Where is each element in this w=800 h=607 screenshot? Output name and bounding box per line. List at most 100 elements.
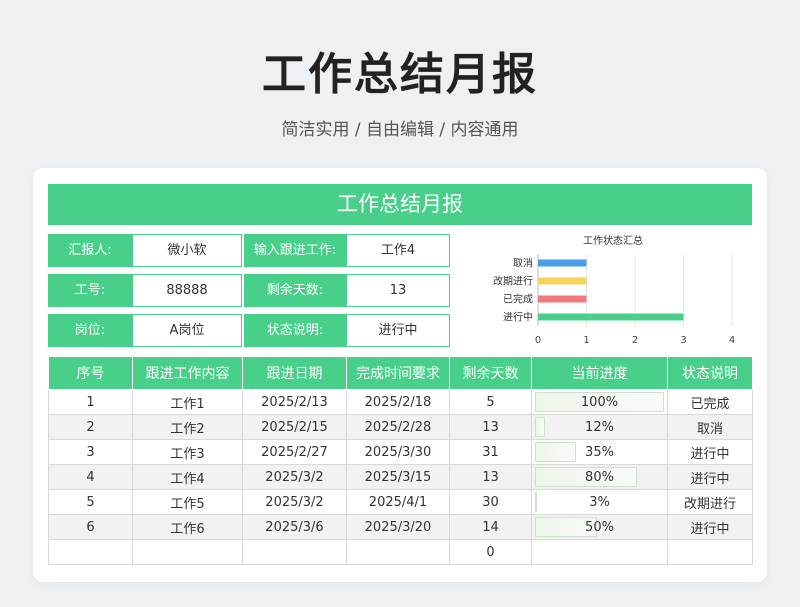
days-left-label: 剩余天数: xyxy=(244,274,346,307)
cell-due[interactable] xyxy=(346,539,450,565)
table-row: 0 xyxy=(48,539,753,565)
status-label: 状态说明: xyxy=(244,314,346,347)
cell-task[interactable]: 工作6 xyxy=(132,514,243,540)
cell-progress[interactable]: 80% xyxy=(531,464,668,490)
status-value[interactable]: 进行中 xyxy=(346,314,450,347)
cell-due[interactable]: 2025/3/15 xyxy=(346,464,450,490)
chart-tick-label: 1 xyxy=(583,335,589,346)
chart-bar xyxy=(538,259,587,267)
cell-days[interactable]: 5 xyxy=(449,389,532,415)
col-header-due: 完成时间要求 xyxy=(346,356,450,390)
cell-due[interactable]: 2025/4/1 xyxy=(346,489,450,515)
progress-label: 100% xyxy=(580,394,619,410)
cell-date[interactable] xyxy=(242,539,347,565)
cell-task[interactable]: 工作3 xyxy=(132,439,243,465)
cell-no[interactable]: 6 xyxy=(48,514,133,540)
days-left-value[interactable]: 13 xyxy=(346,274,450,307)
col-header-status: 状态说明 xyxy=(667,356,753,390)
chart-category-label: 进行中 xyxy=(503,311,533,324)
chart-category-label: 改期进行 xyxy=(493,275,533,288)
cell-progress[interactable]: 50% xyxy=(531,514,668,540)
chart-tick-label: 3 xyxy=(680,335,686,346)
chart-tick-label: 0 xyxy=(535,335,541,346)
cell-status[interactable] xyxy=(667,539,753,565)
progress-bar xyxy=(535,417,546,437)
table-header-row: 序号 跟进工作内容 跟进日期 完成时间要求 剩余天数 当前进度 状态说明 xyxy=(48,356,753,390)
cell-days[interactable]: 14 xyxy=(449,514,532,540)
chart-tick-label: 4 xyxy=(729,335,735,346)
page-subtitle: 简洁实用 / 自由编辑 / 内容通用 xyxy=(281,120,519,140)
cell-date[interactable]: 2025/3/2 xyxy=(242,489,347,515)
cell-progress[interactable]: 35% xyxy=(531,439,668,465)
cell-status[interactable]: 改期进行 xyxy=(667,489,753,515)
chart-category-label: 取消 xyxy=(513,257,533,270)
input-work-value[interactable]: 工作4 xyxy=(346,234,450,267)
cell-status[interactable]: 取消 xyxy=(667,414,753,440)
cell-no[interactable] xyxy=(48,539,133,565)
cell-due[interactable]: 2025/3/30 xyxy=(346,439,450,465)
chart-bar xyxy=(538,277,587,285)
page-title: 工作总结月报 xyxy=(262,49,538,100)
progress-label: 12% xyxy=(585,419,614,435)
cell-status[interactable]: 进行中 xyxy=(667,514,753,540)
cell-task[interactable]: 工作2 xyxy=(132,414,243,440)
reporter-label: 汇报人: xyxy=(48,234,132,267)
cell-date[interactable]: 2025/3/6 xyxy=(242,514,347,540)
cell-progress[interactable]: 3% xyxy=(531,489,668,515)
id-value[interactable]: 88888 xyxy=(132,274,242,307)
cell-no[interactable]: 2 xyxy=(48,414,133,440)
cell-task[interactable] xyxy=(132,539,243,565)
cell-progress[interactable]: 12% xyxy=(531,414,668,440)
cell-progress[interactable] xyxy=(531,539,668,565)
progress-label: 3% xyxy=(589,494,610,510)
chart-bar xyxy=(538,295,587,303)
cell-task[interactable]: 工作5 xyxy=(132,489,243,515)
cell-days[interactable]: 31 xyxy=(449,439,532,465)
cell-date[interactable]: 2025/2/13 xyxy=(242,389,347,415)
position-value[interactable]: A岗位 xyxy=(132,314,242,347)
cell-date[interactable]: 2025/2/27 xyxy=(242,439,347,465)
cell-due[interactable]: 2025/2/18 xyxy=(346,389,450,415)
cell-no[interactable]: 4 xyxy=(48,464,133,490)
cell-days[interactable]: 13 xyxy=(449,414,532,440)
cell-due[interactable]: 2025/3/20 xyxy=(346,514,450,540)
progress-bar xyxy=(535,442,577,462)
progress-label: 80% xyxy=(585,469,614,485)
cell-no[interactable]: 5 xyxy=(48,489,133,515)
table-row: 5 工作5 2025/3/2 2025/4/1 30 3% 改期进行 xyxy=(48,489,753,515)
id-label: 工号: xyxy=(48,274,132,307)
table-row: 6 工作6 2025/3/6 2025/3/20 14 50% 进行中 xyxy=(48,514,753,540)
cell-due[interactable]: 2025/2/28 xyxy=(346,414,450,440)
cell-days[interactable]: 13 xyxy=(449,464,532,490)
cell-status[interactable]: 进行中 xyxy=(667,464,753,490)
status-chart-svg: 0 1 2 3 4 取消改期进行已完成进行中 xyxy=(493,254,735,346)
task-table: 序号 跟进工作内容 跟进日期 完成时间要求 剩余天数 当前进度 状态说明 1 工作… xyxy=(48,356,753,565)
cell-days[interactable]: 30 xyxy=(449,489,532,515)
cell-status[interactable]: 已完成 xyxy=(667,389,753,415)
cell-date[interactable]: 2025/3/2 xyxy=(242,464,347,490)
chart-bar xyxy=(538,313,684,321)
col-header-task: 跟进工作内容 xyxy=(132,356,243,390)
status-chart: 工作状态汇总 0 1 2 3 4 取消 改期进行 已完成 进行中 xyxy=(465,228,752,350)
table-row: 4 工作4 2025/3/2 2025/3/15 13 80% 进行中 xyxy=(48,464,753,490)
chart-tick-label: 2 xyxy=(632,335,638,346)
table-row: 2 工作2 2025/2/15 2025/2/28 13 12% 取消 xyxy=(48,414,753,440)
progress-label: 50% xyxy=(585,519,614,535)
cell-no[interactable]: 3 xyxy=(48,439,133,465)
cell-task[interactable]: 工作1 xyxy=(132,389,243,415)
reporter-value[interactable]: 微小软 xyxy=(132,234,242,267)
table-row: 1 工作1 2025/2/13 2025/2/18 5 100% 已完成 xyxy=(48,389,753,415)
col-header-days: 剩余天数 xyxy=(449,356,532,390)
table-row: 3 工作3 2025/2/27 2025/3/30 31 35% 进行中 xyxy=(48,439,753,465)
input-work-label: 输入跟进工作: xyxy=(244,234,346,267)
sheet-title: 工作总结月报 xyxy=(48,184,752,225)
cell-date[interactable]: 2025/2/15 xyxy=(242,414,347,440)
cell-task[interactable]: 工作4 xyxy=(132,464,243,490)
cell-no[interactable]: 1 xyxy=(48,389,133,415)
col-header-date: 跟进日期 xyxy=(242,356,347,390)
cell-days[interactable]: 0 xyxy=(449,539,532,565)
cell-status[interactable]: 进行中 xyxy=(667,439,753,465)
col-header-progress: 当前进度 xyxy=(531,356,668,390)
progress-bar xyxy=(535,492,537,512)
cell-progress[interactable]: 100% xyxy=(531,389,668,415)
